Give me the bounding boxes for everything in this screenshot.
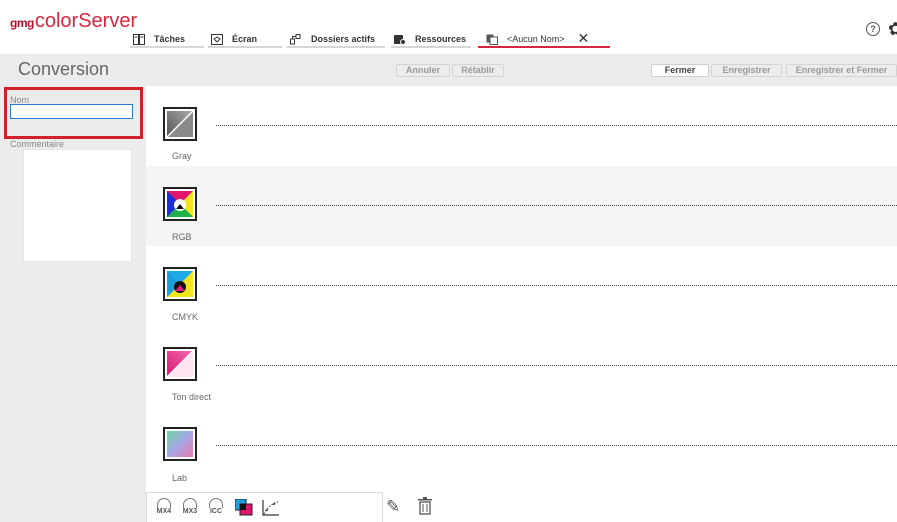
page-title: Conversion bbox=[18, 59, 110, 79]
gray-colorspace-icon bbox=[163, 107, 197, 141]
spot-color-icon bbox=[163, 347, 197, 381]
focus-highlight-box bbox=[4, 87, 143, 139]
tab-label: Écran bbox=[232, 34, 258, 44]
curve-icon[interactable] bbox=[262, 499, 280, 519]
active-tab-indicator bbox=[478, 46, 610, 48]
bottom-toolbar: MX4 MX3 ICC bbox=[146, 492, 383, 522]
colorspace-row-lab[interactable]: Lab bbox=[146, 406, 897, 492]
resources-icon bbox=[394, 34, 406, 45]
mx4-label: MX4 bbox=[156, 508, 172, 515]
mx4-icon[interactable]: MX4 bbox=[155, 498, 173, 518]
tab-label: Ressources bbox=[415, 34, 467, 44]
colorspace-row-rgb[interactable]: RGB bbox=[146, 166, 897, 246]
screen-icon bbox=[211, 33, 223, 45]
tab-label: Tâches bbox=[154, 34, 186, 44]
row-label: Gray bbox=[172, 151, 192, 161]
row-label: RGB bbox=[172, 232, 192, 242]
hotfolders-icon bbox=[290, 33, 302, 45]
row-divider bbox=[216, 125, 897, 126]
mx3-icon[interactable]: MX3 bbox=[181, 498, 199, 518]
pencil-icon[interactable]: ✎ bbox=[386, 497, 400, 517]
row-divider bbox=[216, 205, 897, 206]
redo-button[interactable]: Rétablir bbox=[452, 64, 504, 77]
logo-name: colorServer bbox=[34, 10, 138, 32]
gear-icon[interactable]: ✿ bbox=[888, 19, 897, 40]
lab-colorspace-icon bbox=[163, 427, 197, 461]
color-mix-icon[interactable] bbox=[234, 498, 253, 519]
logo-prefix: gmg bbox=[10, 16, 34, 30]
top-bar: gmg colorServer Tâches Écran Dossiers ac… bbox=[0, 0, 897, 48]
tasks-icon bbox=[133, 33, 145, 45]
tab-label: Dossiers actifs bbox=[311, 34, 376, 44]
mx3-label: MX3 bbox=[182, 508, 198, 515]
row-label: Lab bbox=[172, 473, 188, 483]
save-and-close-button[interactable]: Enregistrer et Fermer bbox=[786, 64, 897, 77]
icc-icon[interactable]: ICC bbox=[207, 498, 225, 518]
close-tab-icon[interactable]: ✕ bbox=[578, 32, 590, 46]
tab-divider bbox=[287, 46, 385, 48]
tab-divider bbox=[130, 46, 204, 48]
app-window: gmg colorServer Tâches Écran Dossiers ac… bbox=[0, 0, 897, 522]
editor-header: Conversion Annuler Rétablir Fermer Enreg… bbox=[0, 54, 897, 86]
document-icon bbox=[486, 34, 498, 45]
row-divider bbox=[216, 285, 897, 286]
row-divider bbox=[216, 365, 897, 366]
undo-button[interactable]: Annuler bbox=[396, 64, 450, 77]
close-button[interactable]: Fermer bbox=[651, 64, 709, 77]
colorspace-row-gray[interactable]: Gray bbox=[146, 86, 897, 166]
row-label: CMYK bbox=[172, 312, 199, 322]
comment-label: Commentaire bbox=[10, 139, 65, 149]
app-logo: gmg colorServer bbox=[10, 10, 137, 33]
rgb-colorspace-icon bbox=[163, 187, 197, 221]
cmyk-colorspace-icon bbox=[163, 267, 197, 301]
help-icon[interactable]: ? bbox=[866, 22, 880, 36]
tab-label: <Aucun Nom> bbox=[507, 34, 565, 44]
comment-textarea[interactable] bbox=[23, 149, 132, 262]
colorspace-row-cmyk[interactable]: CMYK bbox=[146, 246, 897, 326]
tab-divider bbox=[208, 46, 282, 48]
save-button[interactable]: Enregistrer bbox=[711, 64, 782, 77]
colorspace-row-spot[interactable]: Ton direct bbox=[146, 326, 897, 406]
row-divider bbox=[216, 445, 897, 446]
row-label: Ton direct bbox=[172, 392, 212, 402]
tab-divider bbox=[391, 46, 471, 48]
icc-label: ICC bbox=[209, 508, 223, 515]
trash-icon[interactable] bbox=[418, 497, 432, 520]
